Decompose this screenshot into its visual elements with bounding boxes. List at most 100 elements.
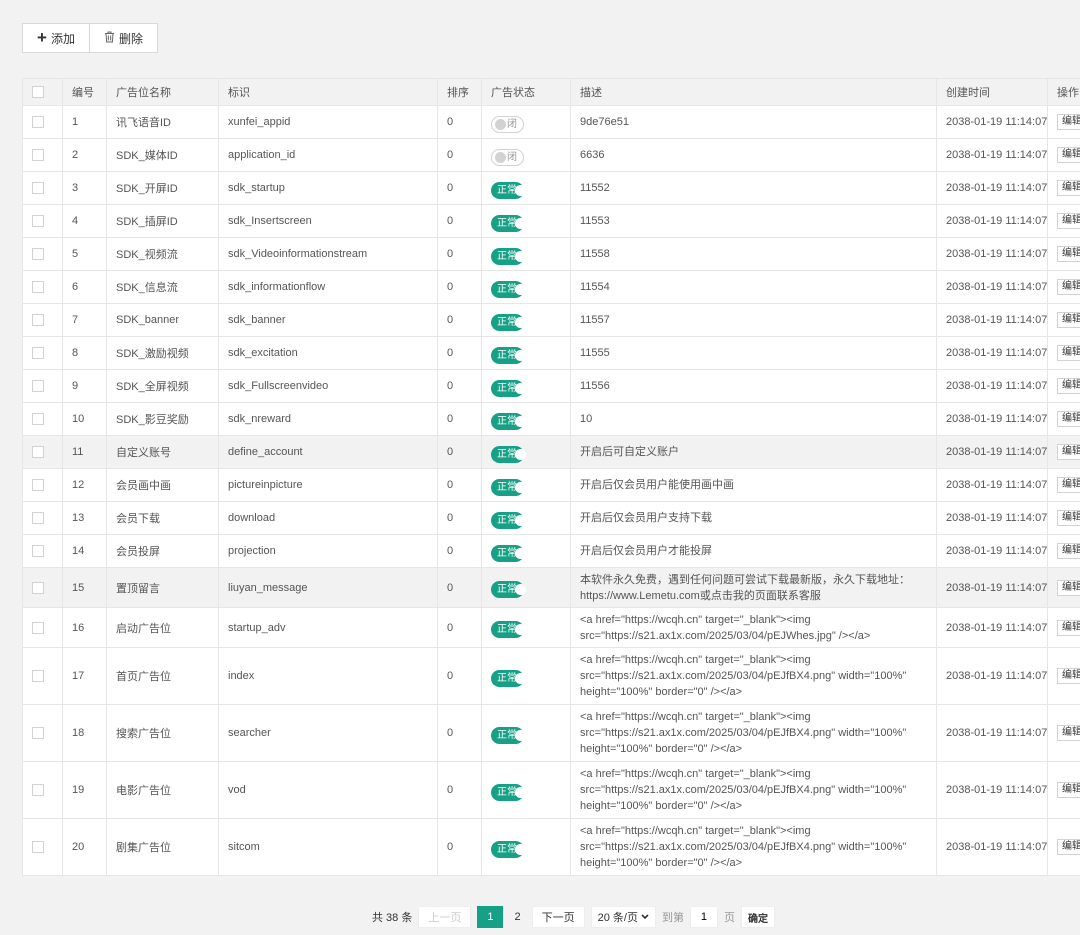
edit-button[interactable]: 编辑 [1057,782,1080,798]
status-toggle[interactable]: 正常 [491,445,526,463]
row-sort: 0 [437,237,482,271]
row-id: 13 [62,501,107,535]
row-id: 8 [62,336,107,370]
row-created-time: 2038-01-19 11:14:07 [936,369,1048,403]
edit-button[interactable]: 编辑 [1057,444,1080,460]
status-toggle[interactable]: 正常 [491,840,526,858]
row-name: 讯飞语音ID [106,105,219,139]
row-id: 4 [62,204,107,238]
row-checkbox[interactable] [32,314,44,327]
edit-button[interactable]: 编辑 [1057,579,1080,596]
status-toggle[interactable]: 正常 [491,412,526,430]
row-actions-cell: 编辑 [1047,369,1080,403]
row-status-cell: 正常 [481,204,571,238]
row-checkbox[interactable] [32,413,44,426]
page-1-button[interactable]: 1 [477,906,504,928]
row-checkbox[interactable] [32,248,44,261]
status-toggle[interactable]: 正常 [491,313,526,331]
status-toggle[interactable]: 正常 [491,581,526,598]
status-toggle[interactable]: 正常 [491,247,526,265]
row-actions-cell: 编辑 [1047,567,1080,608]
edit-button[interactable]: 编辑 [1057,279,1080,295]
edit-button[interactable]: 编辑 [1057,180,1080,196]
row-key: sdk_Fullscreenvideo [218,369,438,403]
delete-button[interactable]: 删除 [89,23,158,53]
edit-button[interactable]: 编辑 [1057,114,1080,130]
edit-button[interactable]: 编辑 [1057,839,1080,855]
prev-page-button[interactable]: 上一页 [418,906,472,928]
status-toggle[interactable]: 正常 [491,346,526,364]
status-toggle[interactable]: 正常 [491,280,526,298]
row-status-cell: 正常 [481,607,571,648]
status-toggle[interactable]: 正常 [491,669,526,687]
table-row: 18 搜索广告位 searcher 0 正常 <a href="https://wcqh.… [22,704,1080,762]
row-checkbox[interactable] [32,621,44,634]
row-checkbox[interactable] [32,670,44,683]
status-toggle[interactable]: 正常 [491,214,526,232]
page-size-select[interactable]: 20 条/页 [590,906,656,928]
row-created-time: 2038-01-19 11:14:07 [936,435,1048,469]
row-status-cell: 正常 [481,761,571,819]
row-checkbox[interactable] [32,116,44,129]
edit-button[interactable]: 编辑 [1057,378,1080,394]
row-description: 11558 [570,237,937,271]
edit-button[interactable]: 编辑 [1057,668,1080,684]
row-checkbox[interactable] [32,380,44,393]
row-checkbox[interactable] [32,479,44,492]
row-name: SDK_开屏ID [106,171,219,205]
row-checkbox[interactable] [32,182,44,195]
edit-button[interactable]: 编辑 [1057,246,1080,262]
row-key: xunfei_appid [218,105,438,139]
row-sort: 0 [437,138,482,172]
edit-button[interactable]: 编辑 [1057,543,1080,559]
row-description: <a href="https://wcqh.cn" target="_blank… [570,704,937,762]
row-actions-cell: 编辑 [1047,534,1080,568]
row-checkbox[interactable] [32,149,44,162]
status-toggle[interactable]: 正常 [491,511,526,529]
row-checkbox[interactable] [32,841,44,854]
page-2-button[interactable]: 2 [509,906,525,928]
edit-button[interactable]: 编辑 [1057,147,1080,163]
goto-page-input[interactable] [689,906,718,928]
status-toggle[interactable]: 正常 [491,621,526,638]
row-checkbox[interactable] [32,512,44,525]
row-description: 开启后仅会员用户才能投屏 [570,534,937,568]
status-toggle[interactable]: 闭 [491,148,524,166]
status-toggle[interactable]: 正常 [491,726,526,744]
row-select-cell [22,435,63,469]
add-button[interactable]: + 添加 [22,23,90,53]
row-checkbox[interactable] [32,215,44,228]
row-checkbox[interactable] [32,347,44,360]
edit-button[interactable]: 编辑 [1057,619,1080,636]
row-checkbox[interactable] [32,446,44,459]
status-toggle[interactable]: 正常 [491,478,526,496]
row-checkbox[interactable] [32,581,44,594]
row-created-time: 2038-01-19 11:14:07 [936,171,1048,205]
edit-button[interactable]: 编辑 [1057,477,1080,493]
edit-button[interactable]: 编辑 [1057,345,1080,361]
row-id: 19 [62,761,107,819]
row-actions-cell: 编辑 [1047,647,1080,705]
row-checkbox[interactable] [32,727,44,740]
row-checkbox[interactable] [32,784,44,797]
next-page-button[interactable]: 下一页 [531,906,585,928]
edit-button[interactable]: 编辑 [1057,312,1080,328]
status-toggle[interactable]: 闭 [491,115,524,133]
goto-confirm-button[interactable]: 确定 [740,906,775,928]
status-toggle[interactable]: 正常 [491,544,526,562]
row-checkbox[interactable] [32,281,44,294]
row-select-cell [22,369,63,403]
edit-button[interactable]: 编辑 [1057,213,1080,229]
edit-button[interactable]: 编辑 [1057,510,1080,526]
edit-button[interactable]: 编辑 [1057,725,1080,741]
edit-button[interactable]: 编辑 [1057,411,1080,427]
status-toggle[interactable]: 正常 [491,783,526,801]
row-description: 11557 [570,303,937,337]
page-unit-label: 页 [723,912,735,924]
status-toggle[interactable]: 正常 [491,379,526,397]
row-checkbox[interactable] [32,545,44,558]
status-toggle-label: 正常 [497,729,517,741]
status-toggle[interactable]: 正常 [491,181,526,199]
select-all-checkbox[interactable] [32,86,44,99]
row-created-time: 2038-01-19 11:14:07 [936,204,1048,238]
